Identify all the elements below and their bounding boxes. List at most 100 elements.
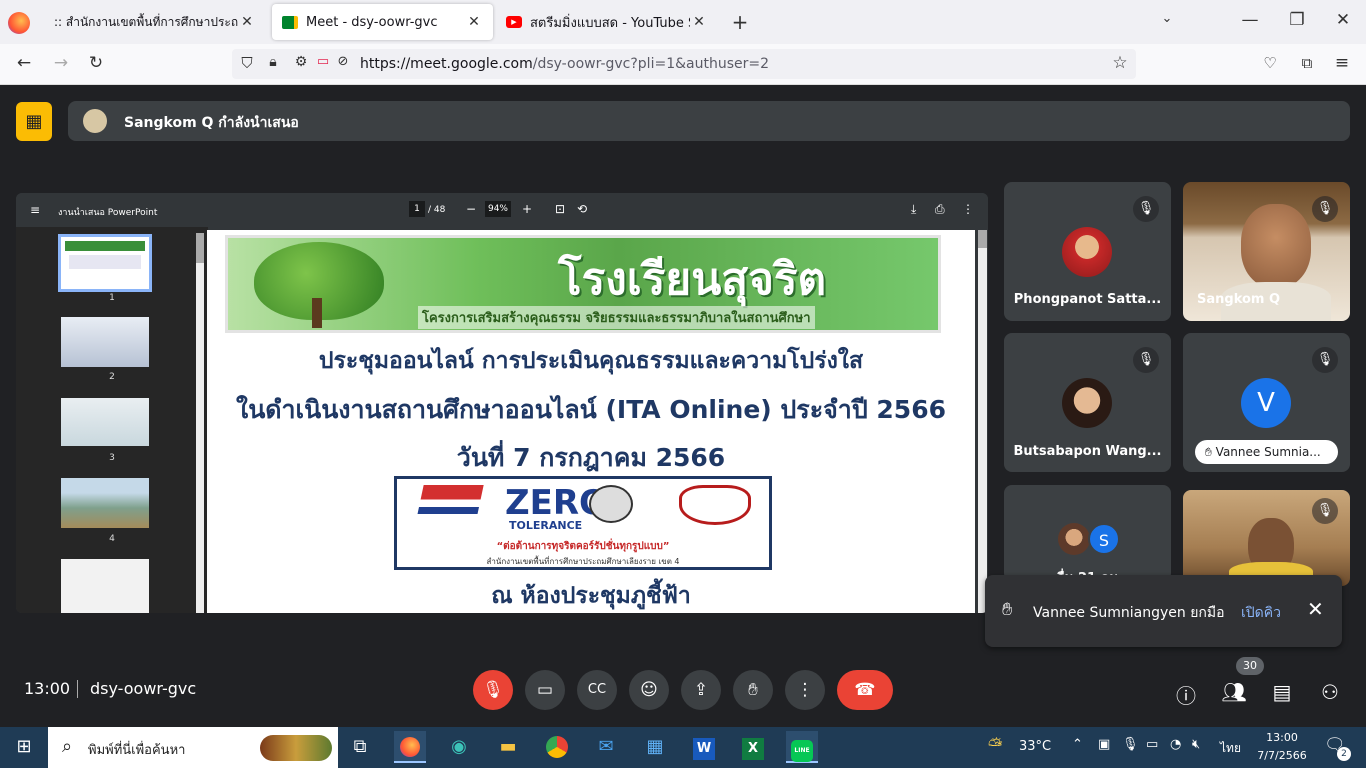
microphone-tray-icon[interactable]: 🎙︎ <box>1122 737 1139 752</box>
extensions-icon[interactable]: ⧉ <box>1295 54 1319 72</box>
close-window-icon[interactable]: ✕ <box>1333 10 1353 30</box>
back-icon[interactable]: ← <box>12 53 36 73</box>
open-queue-button[interactable]: เปิดคิว <box>1241 602 1281 624</box>
chat-icon[interactable]: ▤ <box>1268 680 1296 704</box>
excel-icon[interactable]: X <box>737 731 769 763</box>
tab-obec[interactable]: :: สำนักงานเขตพื้นที่การศึกษาประถมศึกษ ✕ <box>44 4 266 40</box>
thumbs-scrollbar[interactable] <box>196 233 204 613</box>
leave-call-button[interactable]: ☎ <box>837 670 893 710</box>
participant-tile[interactable]: Butsabapon Wang... 🎙︎ <box>1004 333 1171 472</box>
search-icon: ⌕ <box>62 736 73 757</box>
participant-name: Sangkom Q <box>1197 292 1281 307</box>
zoom-in-icon[interactable]: + <box>522 202 532 216</box>
edge-icon[interactable]: ◉ <box>443 731 475 763</box>
pdf-title: งานนำเสนอ PowerPoint <box>58 208 158 218</box>
clock-date[interactable]: 7/7/2566 <box>1252 749 1312 762</box>
sidebar-toggle-icon[interactable]: ≡ <box>30 203 40 217</box>
zoom-out-icon[interactable]: − <box>466 202 476 216</box>
tray-chevron-icon[interactable]: ⌃ <box>1072 737 1083 752</box>
activities-icon[interactable]: ⚇ <box>1316 680 1344 704</box>
mic-blocked-icon[interactable]: ⊘ <box>334 54 352 69</box>
pdf-scrollbar[interactable] <box>978 230 987 613</box>
tab-meet[interactable]: Meet - dsy-oowr-gvc ✕ <box>272 4 493 40</box>
participant-tile[interactable]: 🎙︎ <box>1183 490 1350 586</box>
store-icon[interactable]: ▦ <box>639 731 671 763</box>
thumbnail-2[interactable] <box>61 317 149 367</box>
firefox-icon[interactable] <box>8 12 30 34</box>
close-icon[interactable]: ✕ <box>1307 597 1324 621</box>
line-icon[interactable]: LINE <box>786 731 818 763</box>
minimize-icon[interactable]: — <box>1240 10 1260 30</box>
raise-hand-button[interactable]: ✋︎ <box>733 670 773 710</box>
download-icon[interactable]: ⤓ <box>911 202 916 217</box>
permissions-icon[interactable]: ⚙ <box>292 54 310 70</box>
task-view-icon[interactable]: ⧉ <box>344 731 376 763</box>
others-tile[interactable]: S อื่น 21 คน <box>1004 485 1171 581</box>
volume-muted-icon[interactable]: 🔇︎ <box>1192 737 1200 752</box>
pdf-zoom[interactable]: 94% <box>485 201 511 217</box>
mic-off-icon: 🎙︎ <box>1133 347 1159 373</box>
menu-icon[interactable]: ≡ <box>1330 53 1354 73</box>
word-icon[interactable]: W <box>688 731 720 763</box>
avatar: V <box>1241 378 1291 428</box>
lock-icon[interactable]: 🔒︎ <box>264 54 282 70</box>
more-vert-icon[interactable]: ⋮ <box>962 202 974 216</box>
thumbnail-4[interactable] <box>61 478 149 528</box>
present-button[interactable]: ⇪ <box>681 670 721 710</box>
participant-tile[interactable]: V ✋︎ Vannee Sumnia... 🎙︎ <box>1183 333 1350 472</box>
print-icon[interactable]: ⎙ <box>935 202 945 217</box>
tab-youtube-studio[interactable]: ▶ สตรีมมิ่งแบบสด - YouTube Studio ✕ <box>496 4 718 40</box>
input-language[interactable]: ไทย <box>1220 739 1241 758</box>
emoji-button[interactable]: ☺ <box>629 670 669 710</box>
pocket-icon[interactable]: ♡ <box>1258 54 1282 72</box>
fit-page-icon[interactable]: ⊡ <box>555 202 565 216</box>
search-placeholder: พิมพ์ที่นี่เพื่อค้นหา <box>88 743 186 758</box>
address-bar[interactable]: ⛉ 🔒︎ ⚙ ▭ ⊘ https://meet.google.com/dsy-o… <box>232 49 1136 79</box>
pdf-page-total: / 48 <box>428 205 446 215</box>
people-icon[interactable]: 👥︎ <box>1220 680 1248 704</box>
new-tab-icon[interactable]: + <box>728 10 752 34</box>
meeting-time: 13:00 <box>24 679 71 698</box>
mic-off-button[interactable]: 🎙︎ <box>473 670 513 710</box>
close-icon[interactable]: ✕ <box>690 14 708 30</box>
thumbnail-3[interactable] <box>61 398 149 446</box>
pdf-page-input[interactable]: 1 <box>409 201 425 217</box>
windows-taskbar: ⊞ ⌕ พิมพ์ที่นี่เพื่อค้นหา ⧉ ◉ ▬ ✉ ▦ W X … <box>0 727 1366 768</box>
chrome-icon[interactable] <box>541 731 573 763</box>
meet-tray-icon[interactable]: ▣ <box>1098 737 1110 752</box>
close-icon[interactable]: ✕ <box>238 14 256 30</box>
camera-active-icon[interactable]: ▭ <box>314 54 332 69</box>
weather-temp[interactable]: 33°C <box>1019 739 1051 754</box>
mail-icon[interactable]: ✉ <box>590 731 622 763</box>
more-options-button[interactable]: ⋮ <box>785 670 825 710</box>
thumbnail-5[interactable] <box>61 559 149 613</box>
info-icon[interactable]: ⓘ <box>1172 680 1200 709</box>
taskbar-search[interactable]: ⌕ พิมพ์ที่นี่เพื่อค้นหา <box>48 727 338 768</box>
camera-button[interactable]: ▭ <box>525 670 565 710</box>
meet-controls-bar: 13:00 dsy-oowr-gvc 🎙︎ ▭ CC ☺ ⇪ ✋︎ ⋮ ☎ ⓘ … <box>0 657 1366 722</box>
search-highlight-image <box>260 735 332 761</box>
chevron-down-icon[interactable]: ⌄ <box>1156 11 1178 26</box>
file-explorer-icon[interactable]: ▬ <box>492 731 524 763</box>
participant-tile[interactable]: Phongpanot Satta... 🎙︎ <box>1004 182 1171 321</box>
bookmark-star-icon[interactable]: ☆ <box>1110 53 1130 73</box>
presentation-icon[interactable]: ▦ <box>16 102 52 141</box>
participant-tile[interactable]: Sangkom Q 🎙︎ <box>1183 182 1350 321</box>
wifi-icon[interactable]: ◔ <box>1170 737 1181 752</box>
raised-hand-notification: ✋︎ Vannee Sumniangyen ยกมือ เปิดคิว ✕ <box>985 575 1342 647</box>
forward-icon[interactable]: → <box>49 53 73 73</box>
thumbnail-1[interactable] <box>58 234 152 292</box>
clock-time[interactable]: 13:00 <box>1258 731 1306 744</box>
firefox-taskbar-icon[interactable] <box>394 731 426 763</box>
captions-button[interactable]: CC <box>577 670 617 710</box>
rotate-icon[interactable]: ⟲ <box>577 202 587 216</box>
windows-start-icon[interactable]: ⊞ <box>8 731 40 763</box>
url-text[interactable]: https://meet.google.com/dsy-oowr-gvc?pli… <box>360 56 769 72</box>
tree-trunk <box>312 298 322 328</box>
shield-icon[interactable]: ⛉ <box>238 54 256 72</box>
restore-icon[interactable]: ❐ <box>1287 10 1307 30</box>
battery-icon[interactable]: ▭ <box>1146 737 1158 752</box>
weather-icon[interactable]: ⛅︎ <box>988 735 1002 756</box>
reload-icon[interactable]: ↻ <box>84 53 108 73</box>
close-icon[interactable]: ✕ <box>465 14 483 30</box>
